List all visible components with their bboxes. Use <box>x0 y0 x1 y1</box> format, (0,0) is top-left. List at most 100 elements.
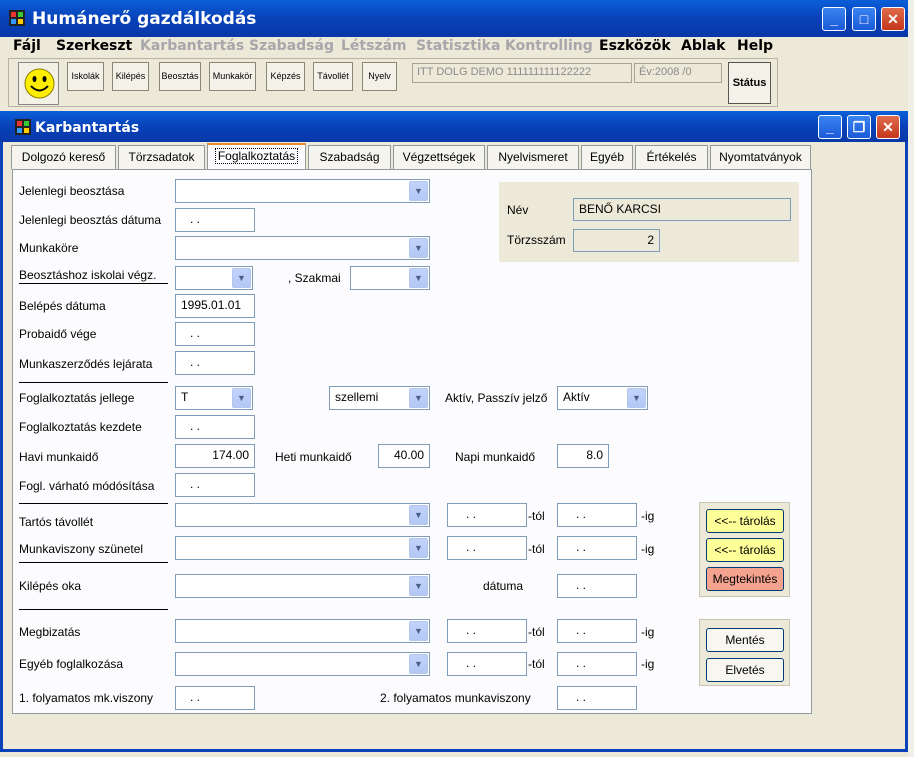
chevron-down-icon: ▼ <box>627 388 646 408</box>
megtekintes-button[interactable]: Megtekintés <box>706 567 784 591</box>
tartos-tavollet-tol-field[interactable]: . . <box>447 503 527 527</box>
child-window-title-bar: Karbantartás _ ❐ ✕ <box>0 111 908 142</box>
toolbar-kilepes-button[interactable]: Kilépés <box>112 62 149 91</box>
megbizatas-select[interactable]: ▼ <box>175 619 430 643</box>
toolbar-beosztas-button[interactable]: Beosztás <box>159 62 201 91</box>
restore-icon: ❐ <box>852 119 866 135</box>
tab-nyomtatvanyok[interactable]: Nyomtatványok <box>710 145 811 169</box>
menu-bar: Fájl Szerkeszt Karbantartás Szabadság Lé… <box>0 37 914 56</box>
status-button[interactable]: Státus <box>728 62 771 104</box>
probaido-vege-field[interactable]: . . <box>175 322 255 346</box>
menu-szabadsag[interactable]: Szabadság <box>249 38 334 54</box>
folyamatos-2-field[interactable]: . . <box>557 686 637 710</box>
egyeb-foglalkozasa-ig-field[interactable]: . . <box>557 652 637 676</box>
munkaviszony-szunetel-ig-field[interactable]: . . <box>557 536 637 560</box>
napi-munkaido-field[interactable]: 8.0 <box>557 444 609 468</box>
jelenlegi-beosztasa-label: Jelenlegi beosztása <box>19 184 125 198</box>
toolbar-iskolak-button[interactable]: Iskolák <box>67 62 104 91</box>
toolbar-tavollet-button[interactable]: Távollét <box>313 62 353 91</box>
child-close-button[interactable]: ✕ <box>876 115 900 139</box>
toolbar-nyelv-button[interactable]: Nyelv <box>362 62 397 91</box>
tab-torzsadatok[interactable]: Törzsadatok <box>118 145 205 169</box>
folyamatos-1-field[interactable]: . . <box>175 686 255 710</box>
tartos-tavollet-label: Tartós távollét <box>19 515 94 529</box>
menu-karbantartas[interactable]: Karbantartás <box>140 38 244 54</box>
kilepes-datuma-label: dátuma <box>483 579 524 593</box>
megbizatas-tol-field[interactable]: . . <box>447 619 527 643</box>
mentes-button[interactable]: Mentés <box>706 628 784 652</box>
havi-munkaido-label: Havi munkaidő <box>19 450 99 464</box>
menu-letszam[interactable]: Létszám <box>341 38 407 54</box>
minimize-button[interactable]: _ <box>822 7 846 31</box>
tartos-tavollet-ig-field[interactable]: . . <box>557 503 637 527</box>
tartos-tavollet-select[interactable]: ▼ <box>175 503 430 527</box>
egyeb-foglalkozasa-tol-field[interactable]: . . <box>447 652 527 676</box>
minimize-icon: _ <box>826 119 834 135</box>
tab-vegzettsegek[interactable]: Végzettségek <box>393 145 485 169</box>
tarolas-1-button[interactable]: <<-- tárolás <box>706 509 784 533</box>
foglalkoztatas-kezdete-field[interactable]: . . <box>175 415 255 439</box>
toolbar-munkakor-button[interactable]: Munkakör <box>209 62 256 91</box>
belepes-datuma-field[interactable]: 1995.01.01 <box>175 294 255 318</box>
maximize-button[interactable]: □ <box>852 7 876 31</box>
jelenlegi-beosztasa-select[interactable]: ▼ <box>175 179 430 203</box>
munkakore-select[interactable]: ▼ <box>175 236 430 260</box>
tarolas-2-button[interactable]: <<-- tárolás <box>706 538 784 562</box>
foglalkoztatas-jellege-label: Foglalkoztatás jellege <box>19 391 135 405</box>
elvetes-button[interactable]: Elvetés <box>706 658 784 682</box>
megbizatas-ig-field[interactable]: . . <box>557 619 637 643</box>
menu-fajl[interactable]: Fájl <box>13 38 41 54</box>
close-button[interactable]: ✕ <box>881 7 905 31</box>
havi-munkaido-field[interactable]: 174.00 <box>175 444 255 468</box>
menu-eszkozok[interactable]: Eszközök <box>599 38 671 54</box>
munkaviszony-szunetel-select[interactable]: ▼ <box>175 536 430 560</box>
tab-egyeb[interactable]: Egyéb <box>581 145 633 169</box>
foglalkoztatas-jellege-select[interactable]: T ▼ <box>175 386 253 410</box>
menu-help[interactable]: Help <box>737 38 773 54</box>
smiley-button[interactable] <box>18 62 59 105</box>
heti-munkaido-field[interactable]: 40.00 <box>378 444 430 468</box>
tab-foglalkoztatas[interactable]: Foglalkoztatás <box>207 143 306 170</box>
ig-label: -ig <box>641 509 655 523</box>
egyeb-foglalkozasa-select[interactable]: ▼ <box>175 652 430 676</box>
tab-nyelvismeret[interactable]: Nyelvismeret <box>487 145 579 169</box>
toolbar-kepzes-button[interactable]: Képzés <box>266 62 305 91</box>
child-minimize-button[interactable]: _ <box>818 115 842 139</box>
munkaviszony-szunetel-tol-field[interactable]: . . <box>447 536 527 560</box>
foglalkoztatas-jellege-value: T <box>181 390 189 404</box>
aktiv-passziv-select[interactable]: Aktív ▼ <box>557 386 648 410</box>
menu-szerkeszt[interactable]: Szerkeszt <box>56 38 132 54</box>
kilepes-oka-select[interactable]: ▼ <box>175 574 430 598</box>
folyamatos-2-label: 2. folyamatos munkaviszony <box>380 691 531 705</box>
tab-ertekeles[interactable]: Értékelés <box>635 145 708 169</box>
munkakore-label: Munkaköre <box>19 241 79 255</box>
separator <box>19 382 168 383</box>
child-restore-button[interactable]: ❐ <box>847 115 871 139</box>
kilepes-datuma-field[interactable]: . . <box>557 574 637 598</box>
chevron-down-icon: ▼ <box>232 388 251 408</box>
save-button-group: Mentés Elvetés <box>699 619 790 686</box>
chevron-down-icon: ▼ <box>409 576 428 596</box>
nev-label: Név <box>507 203 529 217</box>
separator <box>19 283 168 284</box>
tol-label: -tól <box>528 542 545 556</box>
storage-button-group: <<-- tárolás <<-- tárolás Megtekintés <box>699 502 790 597</box>
menu-kontrolling[interactable]: Kontrolling <box>505 38 593 54</box>
munkaszerzodes-lejarata-field[interactable]: . . <box>175 351 255 375</box>
varhato-modositas-field[interactable]: . . <box>175 473 255 497</box>
menu-ablak[interactable]: Ablak <box>681 38 725 54</box>
jelenlegi-beosztas-datuma-label: Jelenlegi beosztás dátuma <box>19 213 162 227</box>
aktiv-passziv-value: Aktív <box>563 390 590 404</box>
menu-statisztika[interactable]: Statisztika <box>416 38 500 54</box>
folyamatos-1-label: 1. folyamatos mk.viszony <box>19 691 154 705</box>
iskolai-vegz-select[interactable]: ▼ <box>175 266 253 290</box>
szellemi-value: szellemi <box>335 390 379 404</box>
nev-field: BENŐ KARCSI <box>573 198 791 221</box>
chevron-down-icon: ▼ <box>409 621 428 641</box>
jelenlegi-beosztas-datuma-field[interactable]: . . <box>175 208 255 232</box>
tab-dolgozo-kereso[interactable]: Dolgozó kereső <box>11 145 116 169</box>
szellemi-fizikai-select[interactable]: szellemi ▼ <box>329 386 430 410</box>
separator <box>19 503 168 504</box>
tab-szabadsag[interactable]: Szabadság <box>308 145 391 169</box>
szakmai-select[interactable]: ▼ <box>350 266 430 290</box>
